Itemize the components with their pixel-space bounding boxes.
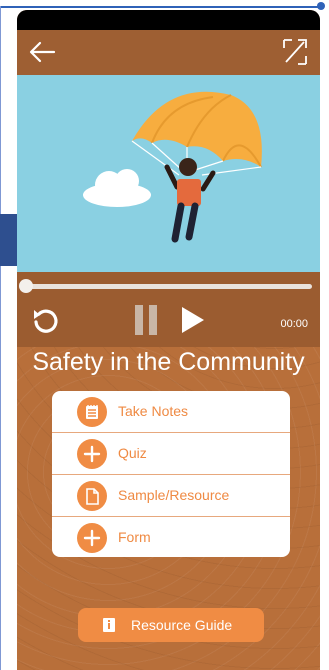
back-button[interactable] [27,39,57,65]
time-display: 00:00 [280,318,308,330]
plus-icon [77,439,107,469]
menu-item-take-notes[interactable]: Take Notes [52,391,290,433]
replay-button[interactable] [31,306,59,334]
menu-item-label: Form [118,529,151,545]
info-book-icon [103,618,115,632]
replay-icon [34,309,58,333]
menu-item-label: Sample/Resource [118,487,230,503]
pause-icon [135,305,143,335]
expand-icon [283,39,307,65]
menu-item-form[interactable]: Form [52,517,290,557]
cloud-icon [83,169,151,207]
activity-menu: Take Notes Quiz Sample/Resource Form [52,391,290,557]
progress-knob[interactable] [19,279,33,293]
document-icon [77,481,107,511]
skydiver-figure [164,158,216,243]
video-frame-illustration [83,91,262,243]
frame-handle [317,2,325,10]
progress-bar[interactable] [25,284,312,289]
top-bar [17,30,320,75]
page-title: Safety in the Community [32,348,305,376]
background-panel [0,214,18,266]
frame-border [0,6,324,8]
resource-guide-button[interactable]: Resource Guide [78,608,264,642]
phone-screen: 00:00 Safety in the Community Take Notes… [17,10,320,670]
menu-item-label: Take Notes [118,403,189,419]
arrow-left-icon [29,41,56,63]
fullscreen-button[interactable] [280,36,310,68]
video-player[interactable] [17,75,320,272]
status-bar [17,10,320,30]
pause-button[interactable] [135,305,159,335]
notepad-icon [77,397,107,427]
resource-guide-label: Resource Guide [131,617,233,633]
menu-item-sample-resource[interactable]: Sample/Resource [52,475,290,517]
play-icon [182,307,204,333]
pause-icon [149,305,157,335]
menu-item-label: Quiz [118,445,147,461]
player-controls: 00:00 [17,272,320,347]
play-button[interactable] [180,305,206,335]
plus-icon [77,523,107,553]
frame-border-left [0,6,1,670]
parachute-icon [131,91,262,176]
menu-item-quiz[interactable]: Quiz [52,433,290,475]
